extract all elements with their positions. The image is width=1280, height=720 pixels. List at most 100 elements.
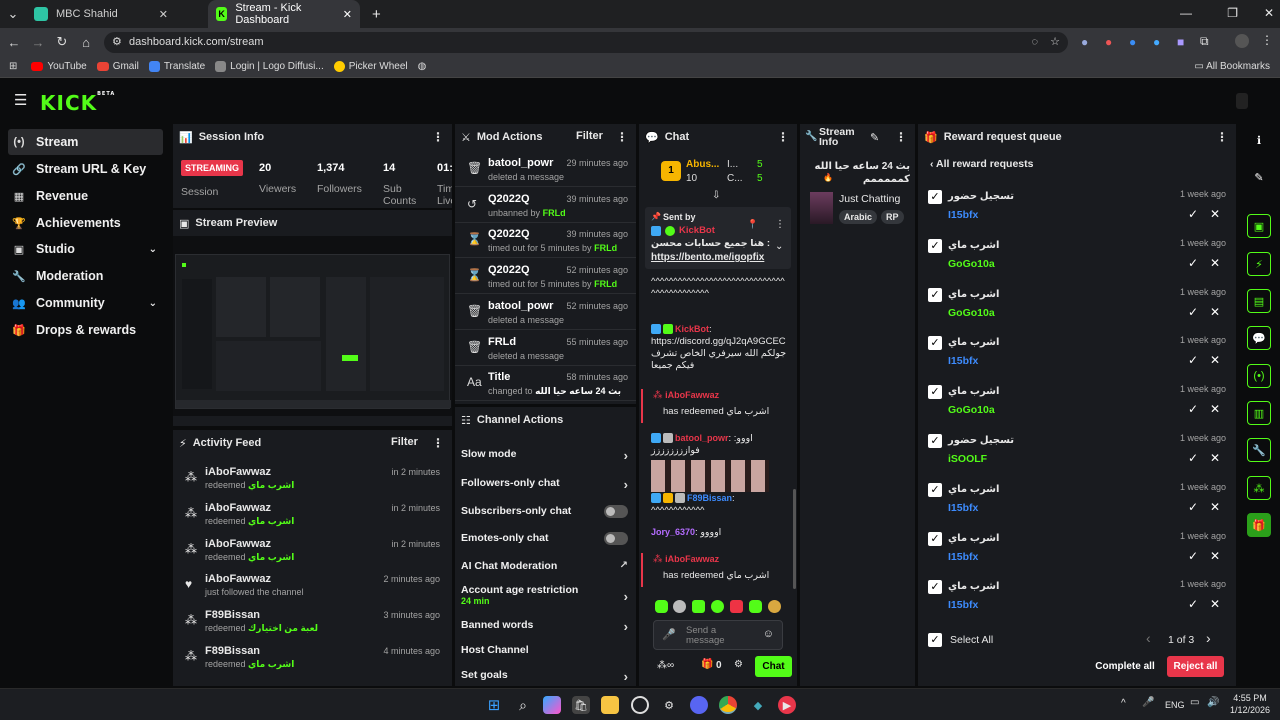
- chat-input[interactable]: 🎤 Send a message ☺: [653, 620, 783, 650]
- chat-message[interactable]: batool_powr: اووو: فوازززززززز: [651, 432, 787, 492]
- reject-x-icon[interactable]: ✕: [1210, 402, 1220, 416]
- network-icon[interactable]: ▭: [1190, 697, 1199, 708]
- toggle-switch[interactable]: [604, 532, 628, 545]
- chevron-down-icon[interactable]: ⌄: [149, 244, 157, 255]
- notes-icon[interactable]: ▤: [1247, 289, 1271, 313]
- reward-user[interactable]: GoGo10a: [948, 307, 995, 319]
- channel-action-set-goals[interactable]: Set goals ›: [461, 669, 628, 684]
- layout-icon[interactable]: ▥: [1247, 401, 1271, 425]
- reward-user[interactable]: I15bfx: [948, 502, 978, 514]
- mod-action-item[interactable]: ⌛ Q2022Q timed out for 5 minutes by FRLd 39…: [455, 222, 636, 259]
- eye-off-icon[interactable]: ◌: [1031, 32, 1038, 53]
- kick-logo[interactable]: KICKBETA: [40, 91, 115, 115]
- approve-check-icon[interactable]: ✓: [1188, 500, 1198, 514]
- reject-x-icon[interactable]: ✕: [1210, 500, 1220, 514]
- reject-x-icon[interactable]: ✕: [1210, 207, 1220, 221]
- close-window-icon[interactable]: ✕: [1264, 6, 1274, 20]
- chevron-right-icon[interactable]: ›: [624, 477, 628, 492]
- chevron-right-icon[interactable]: ›: [624, 448, 628, 463]
- reward-checkbox[interactable]: ✓: [928, 287, 942, 302]
- reward-checkbox[interactable]: ✓: [928, 190, 942, 204]
- reject-x-icon[interactable]: ✕: [1210, 305, 1220, 319]
- complete-all-button[interactable]: Complete all: [1090, 656, 1160, 677]
- bookmark-login[interactable]: Login | Logo Diffusi...: [215, 61, 324, 72]
- reward-user[interactable]: GoGo10a: [948, 258, 995, 270]
- broadcast-icon[interactable]: (•): [1247, 364, 1271, 388]
- chat-send-button[interactable]: Chat: [755, 656, 792, 677]
- forward-icon[interactable]: →: [26, 35, 50, 50]
- toggle-switch[interactable]: [604, 505, 628, 518]
- menu-kebab-icon[interactable]: ⋮: [1261, 33, 1273, 47]
- reject-x-icon[interactable]: ✕: [1210, 353, 1220, 367]
- emote-icon[interactable]: [673, 600, 686, 613]
- reward-request-item[interactable]: ✓ اشرب ماي I15bfx 1 week ago ✓ ✕: [926, 528, 1226, 576]
- reward-request-item[interactable]: ✓ اشرب ماي I15bfx 1 week ago ✓ ✕: [926, 332, 1226, 380]
- gift-sub-icon[interactable]: 🎁: [701, 659, 713, 670]
- reward-request-item[interactable]: ✓ اشرب ماي GoGo10a 1 week ago ✓ ✕: [926, 235, 1226, 283]
- chevron-right-icon[interactable]: ›: [624, 669, 628, 684]
- next-page-icon[interactable]: ›: [1206, 630, 1211, 646]
- approve-check-icon[interactable]: ✓: [1188, 305, 1198, 319]
- emote-icon[interactable]: [730, 600, 743, 613]
- activity-filter-button[interactable]: Filter: [391, 436, 418, 448]
- restore-icon[interactable]: ❐: [1227, 6, 1238, 20]
- approve-check-icon[interactable]: ✓: [1188, 451, 1198, 465]
- chrome-icon[interactable]: [719, 696, 737, 714]
- tab-kick-dashboard[interactable]: K Stream - Kick Dashboard ✕: [208, 0, 360, 28]
- profile-avatar[interactable]: [1235, 34, 1249, 48]
- clock-time[interactable]: 4:55 PM: [1230, 693, 1270, 703]
- url-input[interactable]: ⚙ dashboard.kick.com/stream ☆ ◌: [104, 32, 1068, 53]
- prev-page-icon[interactable]: ‹: [1146, 630, 1151, 646]
- sidebar-item-achievements[interactable]: 🏆 Achievements: [8, 210, 163, 236]
- mod-action-item[interactable]: 🗑 batool_powr deleted a message 52 minutes…: [455, 294, 636, 330]
- clock-date[interactable]: 1/12/2026: [1230, 705, 1270, 715]
- new-tab-icon[interactable]: +: [372, 6, 381, 23]
- activity-item[interactable]: ⁂ iAboFawwaz redeemed اشرب ماي in 2 minutes: [173, 496, 452, 532]
- approve-check-icon[interactable]: ✓: [1188, 402, 1198, 416]
- language-indicator[interactable]: ENG: [1165, 700, 1185, 710]
- extension-icon[interactable]: ●: [1081, 35, 1088, 49]
- reject-x-icon[interactable]: ✕: [1210, 256, 1220, 270]
- approve-check-icon[interactable]: ✓: [1188, 256, 1198, 270]
- chat-message[interactable]: Jory_6370: اوووو: [651, 526, 787, 539]
- approve-check-icon[interactable]: ✓: [1188, 549, 1198, 563]
- reward-checkbox[interactable]: ✓: [928, 434, 942, 448]
- close-tab-icon[interactable]: ✕: [159, 8, 168, 21]
- reject-all-button[interactable]: Reject all: [1167, 656, 1224, 677]
- external-link-icon[interactable]: ↗: [620, 560, 628, 571]
- reject-x-icon[interactable]: ✕: [1210, 451, 1220, 465]
- steam-icon[interactable]: ⚙: [660, 696, 678, 714]
- channel-action-followers-only-chat[interactable]: Followers-only chat ›: [461, 477, 628, 492]
- chat-scrollbar[interactable]: [793, 489, 796, 589]
- reward-user[interactable]: I15bfx: [948, 599, 978, 611]
- bookmark-gmail[interactable]: Gmail: [96, 61, 139, 72]
- emote-icon[interactable]: [768, 600, 781, 613]
- sidebar-item-moderation[interactable]: 🔧 Moderation: [8, 263, 163, 289]
- bookmark-picker-wheel[interactable]: Picker Wheel: [333, 61, 408, 72]
- activity-menu-icon[interactable]: ⋮: [432, 436, 444, 450]
- reward-checkbox[interactable]: ✓: [928, 482, 942, 497]
- approve-check-icon[interactable]: ✓: [1188, 353, 1198, 367]
- mod-action-item[interactable]: ⌛ Q2022Q timed out for 5 minutes by FRLd 52…: [455, 258, 636, 295]
- reward-checkbox[interactable]: ✓: [928, 531, 942, 546]
- lightning-icon[interactable]: ⚡: [1247, 252, 1271, 276]
- home-icon[interactable]: ⌂: [74, 35, 98, 50]
- reward-checkbox[interactable]: ✓: [928, 385, 942, 400]
- copilot-icon[interactable]: [543, 696, 561, 714]
- reward-request-item[interactable]: ✓ تسجيل حضور iSOOLF 1 week ago ✓ ✕: [926, 430, 1226, 478]
- back-icon[interactable]: ←: [2, 35, 26, 50]
- channel-action-ai-chat-moderation[interactable]: AI Chat Moderation ↗: [461, 560, 628, 572]
- category-thumbnail[interactable]: [810, 192, 833, 224]
- obs-icon[interactable]: [631, 696, 649, 714]
- reward-request-item[interactable]: ✓ اشرب ماي GoGo10a 1 week ago ✓ ✕: [926, 284, 1226, 332]
- reload-icon[interactable]: ↻: [50, 34, 74, 50]
- channel-action-slow-mode[interactable]: Slow mode ›: [461, 448, 628, 463]
- chat-username[interactable]: batool_powr: [675, 433, 729, 443]
- redemption-message[interactable]: ⁂ iAboFawwaz has redeemed اشرب ماي: [641, 553, 787, 587]
- mod-menu-icon[interactable]: ⋮: [616, 130, 628, 144]
- reward-menu-icon[interactable]: ⋮: [1216, 130, 1228, 144]
- activity-item[interactable]: ⁂ iAboFawwaz redeemed اشرب ماي in 2 minutes: [173, 532, 452, 568]
- overlay-icon[interactable]: ▣: [1247, 214, 1271, 238]
- approve-check-icon[interactable]: ✓: [1188, 597, 1198, 611]
- media-player-icon[interactable]: ▶: [778, 696, 796, 714]
